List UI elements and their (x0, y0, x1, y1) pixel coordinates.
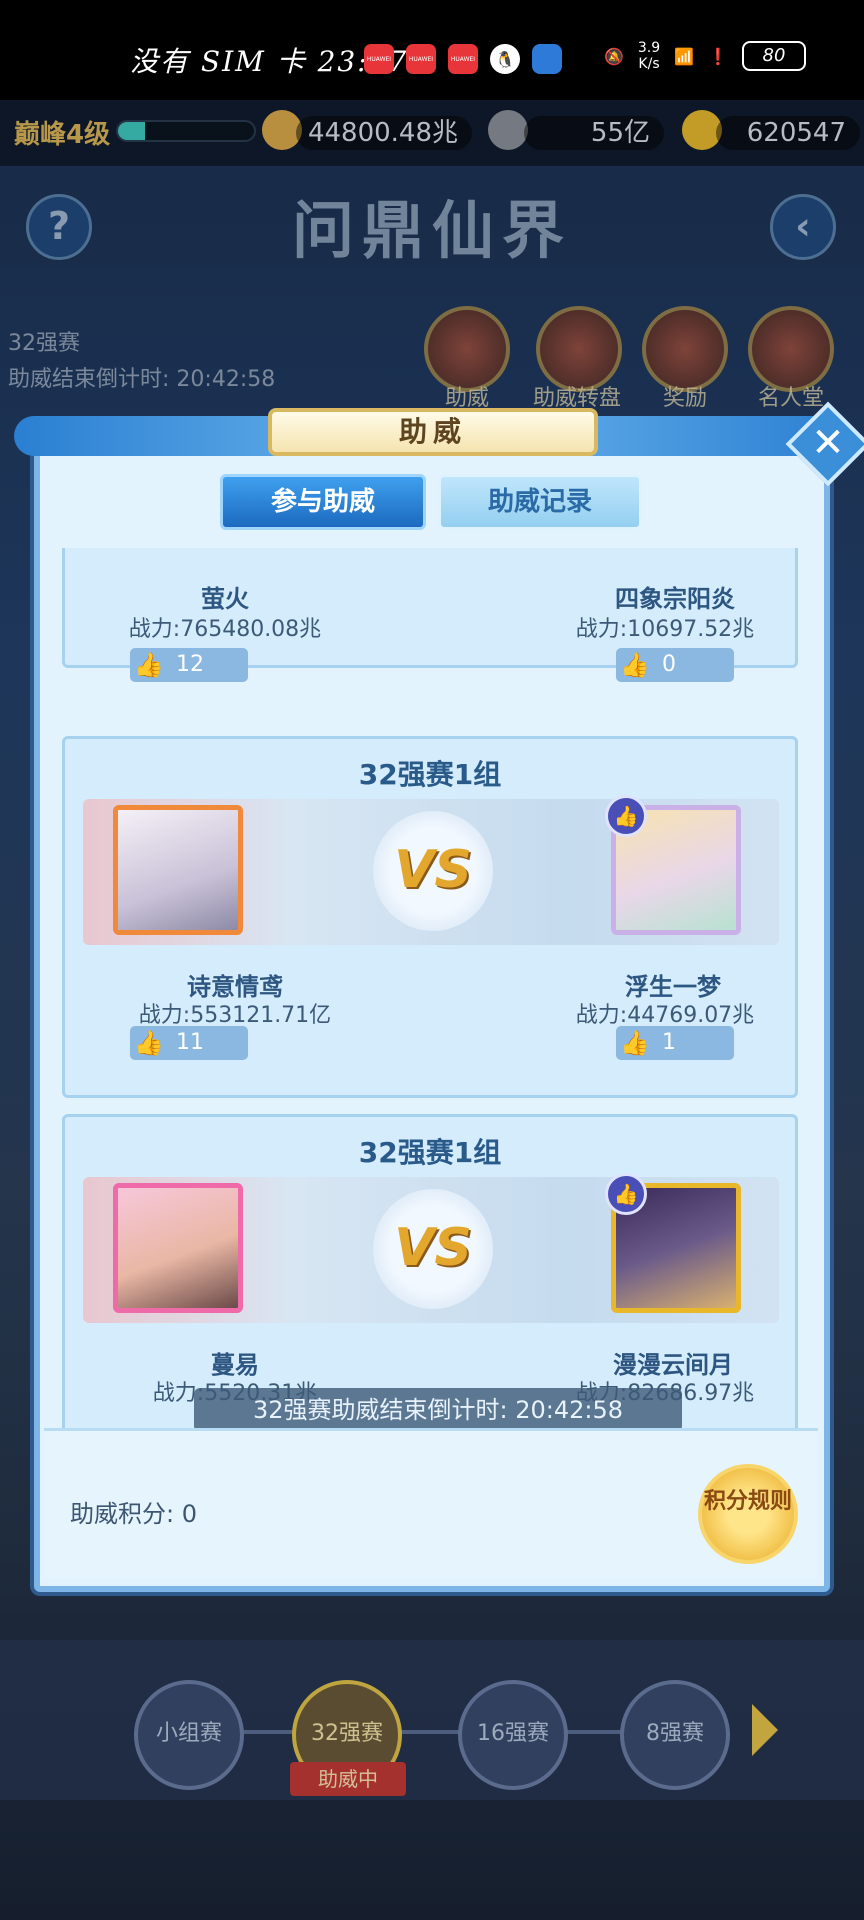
modal-title: 助威 (268, 408, 598, 456)
left-player-avatar[interactable] (113, 1183, 243, 1313)
system-indicators: 🔕 3.9 K/s 📶 ❗ 80 (604, 40, 806, 72)
match-list[interactable]: 萤火 战力:765480.08兆 四象宗阳炎 战力:10697.52兆 👍 12… (58, 548, 806, 1428)
close-icon[interactable]: ✕ (798, 414, 858, 474)
vs-icon: VS (373, 811, 493, 931)
right-player-power: 战力:44769.07兆 (575, 1003, 755, 1028)
right-player-power: 战力:10697.52兆 (575, 617, 755, 642)
left-cheer-button[interactable]: 👍 11 (130, 1026, 248, 1060)
huawei-app-icon: HUAWEI (406, 44, 436, 74)
left-cheer-button[interactable]: 👍 12 (130, 648, 248, 682)
huawei-app-icon: HUAWEI (448, 44, 478, 74)
match-group-title: 32强赛1组 (358, 1136, 502, 1169)
thumbs-up-icon: 👍 (620, 651, 650, 679)
browser-icon (532, 44, 562, 74)
huawei-app-icon: HUAWEI (364, 44, 394, 74)
mute-icon: 🔕 (603, 46, 624, 66)
wifi-icon: 📶 (674, 46, 695, 66)
right-cheer-button[interactable]: 👍 1 (616, 1026, 734, 1060)
alert-icon: ❗ (708, 46, 728, 66)
left-player-avatar[interactable] (113, 805, 243, 935)
left-player-power: 战力:553121.71亿 (138, 1003, 332, 1028)
tab-cheer-records[interactable]: 助威记录 (438, 474, 642, 530)
thumbs-up-icon: 👍 (620, 1029, 650, 1057)
thumbs-up-badge-icon: 👍 (605, 795, 647, 837)
thumbs-up-icon: 👍 (134, 1029, 164, 1057)
tab-join-cheer[interactable]: 参与助威 (220, 474, 426, 530)
right-cheer-button[interactable]: 👍 0 (616, 648, 734, 682)
thumbs-up-icon: 👍 (134, 651, 164, 679)
battery-indicator: 80 (742, 41, 806, 71)
left-player-power: 战力:765480.08兆 (128, 617, 322, 642)
net-speed: 3.9 K/s (637, 40, 661, 72)
status-bar: 没有 SIM 卡 23:17 HUAWEI HUAWEI HUAWEI 🐧 🔕 … (0, 0, 864, 100)
left-player-name: 萤火 (201, 585, 249, 613)
qq-icon: 🐧 (490, 44, 520, 74)
thumbs-up-badge-icon: 👍 (605, 1173, 647, 1215)
match-group-title: 32强赛1组 (358, 758, 502, 791)
cheer-score: 助威积分: 0 (70, 1500, 197, 1528)
right-player-name: 四象宗阳炎 (615, 585, 735, 613)
cheer-countdown-banner: 32强赛助威结束倒计时: 20:42:58 (194, 1388, 682, 1432)
notification-icons: HUAWEI HUAWEI HUAWEI 🐧 (364, 44, 562, 74)
vs-icon: VS (373, 1189, 493, 1309)
score-rules-button[interactable]: 积分规则 (698, 1464, 798, 1564)
match-card: 32强赛1组 VS 👍 蔓易 战力:5520.31兆 漫漫云间月 战力:8268… (62, 1114, 798, 1428)
